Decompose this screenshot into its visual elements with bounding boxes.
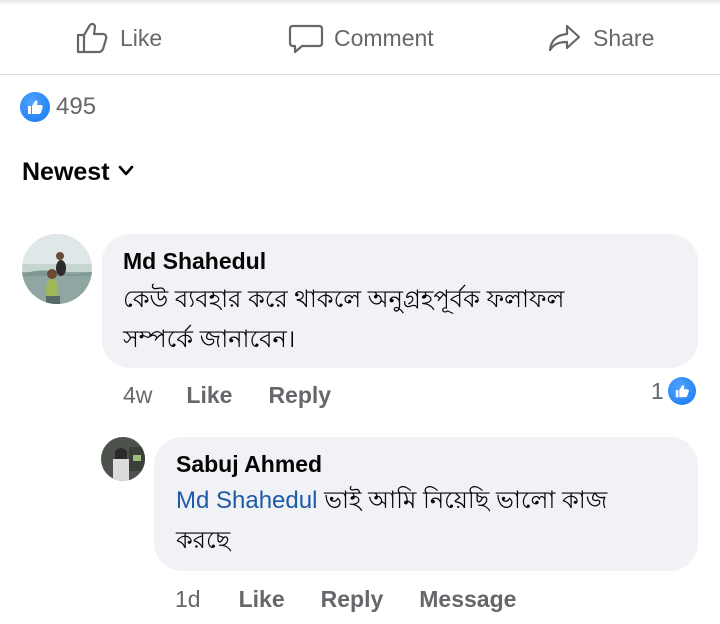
like-icon xyxy=(20,92,50,122)
reply-message-button[interactable]: Message xyxy=(419,586,516,613)
avatar[interactable] xyxy=(22,234,92,304)
comment-time[interactable]: 4w xyxy=(123,382,152,409)
like-icon xyxy=(667,377,696,405)
reply-reply-button[interactable]: Reply xyxy=(321,586,384,613)
like-label: Like xyxy=(120,24,163,51)
comment-reaction-number: 1 xyxy=(651,377,664,404)
share-button[interactable]: Share xyxy=(547,16,654,60)
thumbs-up-icon xyxy=(74,20,110,56)
comment-sort-dropdown[interactable]: Newest xyxy=(22,158,134,187)
sort-label: Newest xyxy=(22,158,110,186)
divider xyxy=(0,74,720,75)
comment-bubble: Md Shahedul কেউ ব্যবহার করে থাকলে অনুগ্র… xyxy=(102,234,698,368)
comment-reply-button[interactable]: Reply xyxy=(268,382,331,409)
reply-time[interactable]: 1d xyxy=(175,586,201,613)
reaction-summary[interactable]: 495 xyxy=(20,92,96,122)
comment-author[interactable]: Md Shahedul xyxy=(123,248,266,275)
comment-label: Comment xyxy=(334,24,434,51)
top-shadow xyxy=(0,0,720,6)
reply-author[interactable]: Sabuj Ahmed xyxy=(176,451,322,478)
reply-meta: 1d Like Reply Message xyxy=(175,582,516,616)
comment-button[interactable]: Comment xyxy=(288,16,434,60)
comment-text-line: কেউ ব্যবহার করে থাকলে অনুগ্রহপূর্বক ফলাফ… xyxy=(123,286,565,313)
chevron-down-icon xyxy=(118,164,134,182)
comment-reaction-count[interactable]: 1 xyxy=(651,377,696,405)
reply-text-line: করছে xyxy=(176,527,231,554)
mention-link[interactable]: Md Shahedul xyxy=(176,487,317,514)
comment-meta: 4w Like Reply xyxy=(123,378,331,412)
reply-text: Md Shahedul ভাই আমি নিয়েছি ভালো কাজ করছ… xyxy=(176,481,686,561)
reply-text-segment: ভাই আমি নিয়েছি ভালো কাজ xyxy=(317,487,608,514)
post-action-bar: Like Comment Share xyxy=(0,8,720,68)
reply-like-button[interactable]: Like xyxy=(239,586,285,613)
share-arrow-icon xyxy=(547,20,583,56)
comment-text: কেউ ব্যবহার করে থাকলে অনুগ্রহপূর্বক ফলাফ… xyxy=(123,280,683,360)
share-label: Share xyxy=(593,24,655,51)
speech-bubble-icon xyxy=(288,20,324,56)
reaction-count: 495 xyxy=(56,93,97,120)
comment-like-button[interactable]: Like xyxy=(186,382,232,409)
comment-text-line: সম্পর্কে জানাবেন। xyxy=(123,326,296,353)
like-button[interactable]: Like xyxy=(74,16,162,60)
reply-text-line: Md Shahedul ভাই আমি নিয়েছি ভালো কাজ xyxy=(176,481,686,521)
avatar[interactable] xyxy=(101,437,145,481)
reply-bubble: Sabuj Ahmed Md Shahedul ভাই আমি নিয়েছি … xyxy=(154,437,698,571)
